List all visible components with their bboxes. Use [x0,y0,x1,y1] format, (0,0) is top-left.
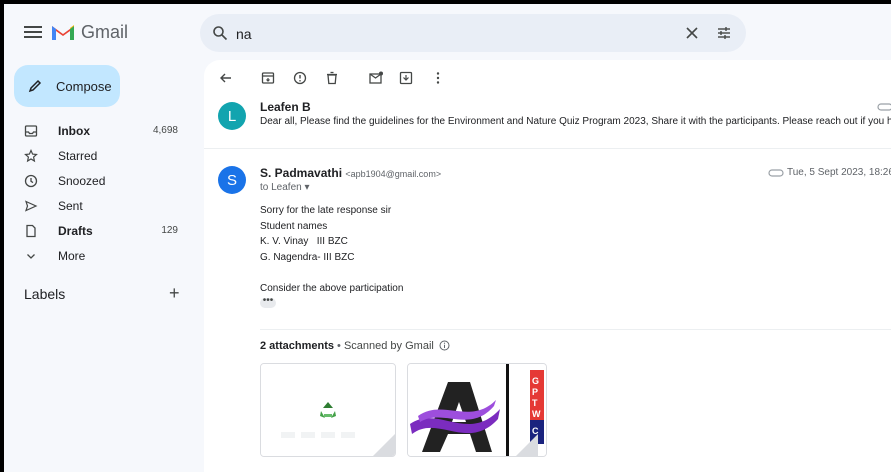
body-line: Student names [260,220,328,232]
recipient-label: to Leafen [260,182,302,193]
sender-email: <apb1904@gmail.com> [345,169,442,179]
sidebar-item-snoozed[interactable]: Snoozed [14,168,184,193]
attachment-thumbnail-2[interactable]: G P T W C [407,363,547,457]
delete-icon[interactable] [324,70,340,86]
body-line: Sorry for the late response sir [260,205,392,216]
message-date: Tue, 5 Sept 2023, 18:26 [787,167,891,178]
sidebar-item-drafts[interactable]: Drafts 129 [14,218,184,243]
inbox-icon [24,125,38,137]
sidebar-item-label: Inbox [58,123,90,138]
avatar: S [218,166,246,194]
report-spam-icon[interactable] [292,70,308,86]
body-line: Consider the above participation [260,282,404,294]
search-icon[interactable] [212,25,228,41]
sidebar-item-label: Sent [58,198,83,213]
labels-heading: Labels [24,286,66,302]
attachment-clip-icon [768,169,784,177]
sidebar-item-more[interactable]: More [14,243,184,268]
gmail-logo[interactable]: Gmail [51,20,128,44]
gmail-window: Gmail Compose [4,4,891,472]
attachments-separator: • [333,340,344,352]
svg-text:T: T [532,398,538,408]
drafts-count: 129 [161,225,178,236]
sidebar-item-label: Drafts [58,223,93,238]
app-name: Gmail [81,21,129,42]
draft-icon [26,224,36,238]
archive-icon[interactable] [260,70,276,86]
move-to-icon[interactable] [398,70,414,86]
sender-name: Leafen B [260,100,311,114]
chevron-down-icon [27,254,35,259]
search-input[interactable] [234,23,638,45]
message-body: Sorry for the late response sir Student … [260,203,403,296]
attachments-count: 2 attachments [260,340,334,352]
recipients-dropdown[interactable]: to Leafen ▾ [260,182,310,193]
compose-label: Compose [56,78,112,94]
collapsed-message[interactable]: L Leafen B Dear all, Please find the gui… [204,96,891,149]
sidebar-item-label: Snoozed [58,173,106,188]
main-menu-button[interactable] [24,24,42,40]
compose-button[interactable]: Compose [14,65,120,107]
attachments-divider [260,329,891,330]
sender-line: S. Padmavathi <apb1904@gmail.com> [260,166,441,180]
scanned-note: Scanned by Gmail [343,340,434,352]
info-icon[interactable] [439,340,450,351]
sidebar-item-label: More [58,248,86,263]
send-icon [24,200,38,212]
body-line: G. Nagendra- III BZC [260,251,355,263]
sidebar-item-inbox[interactable]: Inbox 4,698 [14,118,184,143]
attachment-clip-icon [877,103,891,111]
clock-icon [24,174,38,188]
star-icon [24,149,38,163]
pencil-icon [28,79,42,93]
attachment-thumbnail-1[interactable] [260,363,396,457]
document-thumbnail [261,364,395,456]
svg-text:G: G [532,376,539,386]
body-line: K. V. Vinay III BZC [260,236,348,247]
add-label-button[interactable]: + [169,283,180,304]
sidebar-item-label: Starred [58,148,98,163]
sender-name: S. Padmavathi [260,166,343,180]
clear-search-icon[interactable] [684,25,700,41]
back-arrow-icon[interactable] [218,70,234,86]
mark-unread-icon[interactable] [368,70,384,86]
message-snippet: Dear all, Please find the guidelines for… [260,116,891,127]
svg-text:P: P [532,387,538,397]
body-line [260,265,403,281]
gmail-m-icon [52,25,74,40]
image-thumbnail: G P T W C [408,364,546,456]
search-options-icon[interactable] [716,25,732,41]
message-pane: L Leafen B Dear all, Please find the gui… [204,60,891,472]
sidebar-item-sent[interactable]: Sent [14,193,184,218]
attachments-header: 2 attachments • Scanned by Gmail [260,340,450,352]
sidebar-nav: Inbox 4,698 Starred Snoozed Sent Drafts … [14,118,184,268]
sidebar-item-starred[interactable]: Starred [14,143,184,168]
more-options-icon[interactable] [430,70,446,86]
inbox-count: 4,698 [152,125,178,136]
show-trimmed-content-button[interactable]: ••• [260,296,276,308]
avatar: L [218,102,246,130]
svg-text:W: W [532,409,541,419]
message-toolbar [204,60,891,96]
search-bar[interactable] [200,14,746,52]
caret-down-icon: ▾ [304,182,310,193]
